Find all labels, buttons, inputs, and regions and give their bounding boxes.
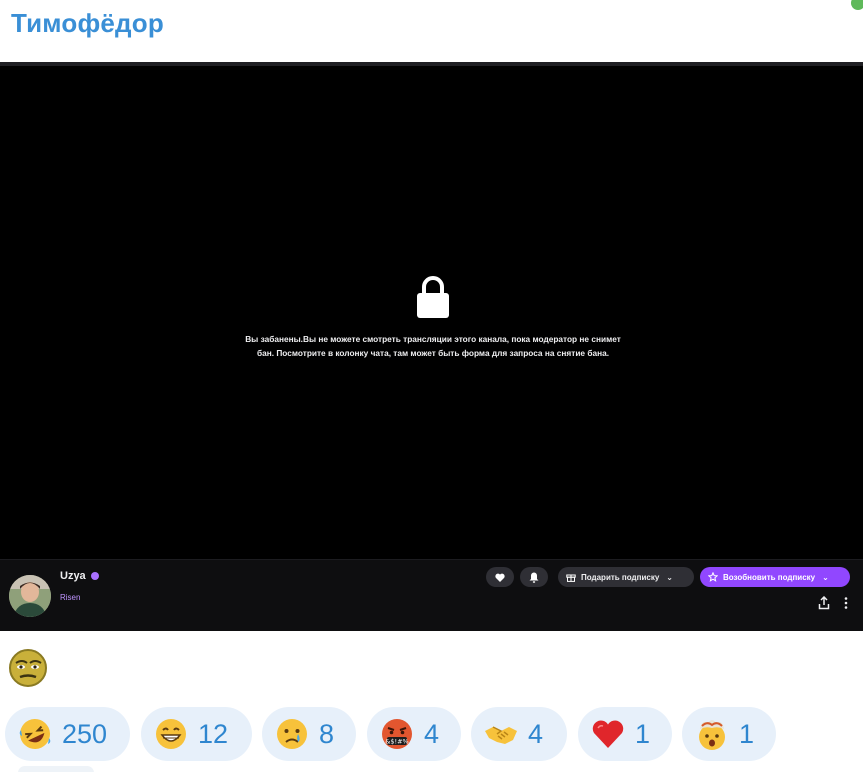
reaction-cursing[interactable]: &$!#% 4	[367, 707, 461, 761]
reaction-cry[interactable]: 8	[262, 707, 356, 761]
reaction-partial[interactable]	[18, 766, 94, 772]
exploding-head-emoji-icon	[699, 720, 725, 750]
cursing-face-emoji-icon: &$!#%	[382, 719, 412, 749]
channel-game[interactable]: Risen	[60, 593, 80, 602]
reaction-count: 4	[424, 718, 440, 749]
channel-info-bar: Uzya Risen Подарить подписку ⌄ Возобнови…	[0, 559, 863, 631]
ban-message-line-2: бан. Посмотрите в колонку чата, там може…	[256, 348, 610, 358]
reaction-handshake[interactable]: 4	[471, 707, 567, 761]
reaction-count: 1	[739, 718, 755, 749]
lock-icon	[417, 276, 449, 318]
reaction-rofl[interactable]: 250	[5, 707, 130, 761]
red-heart-emoji-icon	[592, 720, 624, 748]
grin-emoji-icon	[156, 719, 186, 749]
gift-icon	[566, 574, 576, 582]
corner-indicator	[851, 0, 863, 10]
chevron-down-icon: ⌄	[666, 572, 673, 582]
reaction-grin[interactable]: 12	[141, 707, 252, 761]
sender-name[interactable]: Тимофёдор	[11, 8, 164, 39]
reaction-count: 8	[319, 718, 335, 749]
rofl-emoji-icon	[19, 719, 51, 749]
stream-screenshot[interactable]: Вы забанены.Вы не можете смотреть трансл…	[0, 62, 863, 631]
heart-icon	[495, 573, 505, 582]
gift-subscription-button[interactable]: Подарить подписку ⌄	[558, 567, 694, 587]
resubscribe-label: Возобновить подписку	[723, 572, 816, 582]
crying-face-emoji-icon	[277, 719, 307, 749]
chevron-down-icon: ⌄	[822, 572, 829, 582]
ban-message-line-1: Вы забанены.Вы не можете смотреть трансл…	[245, 334, 621, 344]
player-top-border	[0, 62, 863, 66]
reaction-count: 12	[198, 718, 229, 749]
unamused-face-emoji-icon	[9, 649, 47, 687]
reaction-count: 4	[528, 718, 544, 749]
ban-message: Вы забанены.Вы не можете смотреть трансл…	[200, 332, 666, 360]
reaction-heart[interactable]: 1	[578, 707, 672, 761]
share-icon[interactable]	[818, 596, 830, 610]
message-header: Тимофёдор	[0, 0, 863, 62]
reaction-mind-blown[interactable]: 1	[682, 707, 776, 761]
verified-badge-icon	[91, 572, 99, 580]
resubscribe-button[interactable]: Возобновить подписку ⌄	[700, 567, 850, 587]
channel-avatar[interactable]	[9, 575, 51, 617]
gift-subscription-label: Подарить подписку	[581, 572, 660, 582]
notifications-button[interactable]	[520, 567, 548, 587]
svg-text:&$!#%: &$!#%	[385, 738, 408, 746]
reaction-count: 1	[635, 718, 651, 749]
avatar-image	[9, 575, 51, 617]
handshake-emoji-icon	[485, 726, 517, 744]
follow-button[interactable]	[486, 567, 514, 587]
star-icon	[708, 572, 718, 582]
more-options-icon[interactable]	[844, 596, 848, 610]
channel-name[interactable]: Uzya	[60, 570, 86, 582]
reaction-count: 250	[62, 718, 108, 749]
bell-icon	[529, 572, 539, 583]
